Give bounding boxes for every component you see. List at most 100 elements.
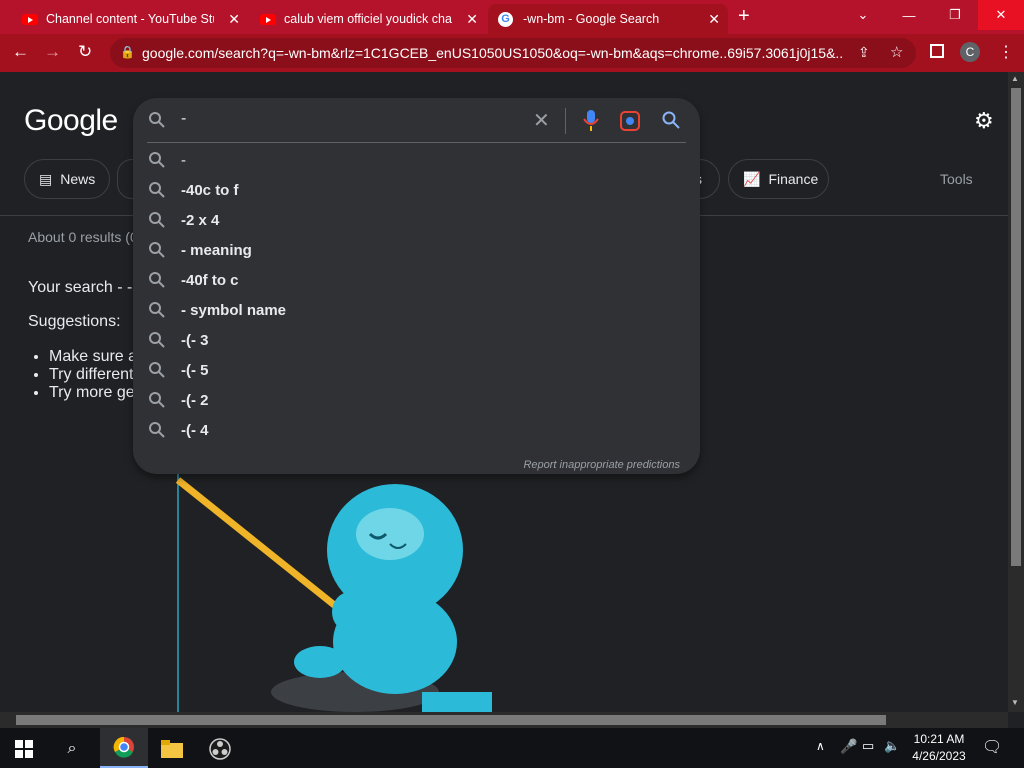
- clock-date: 4/26/2023: [912, 749, 966, 763]
- separator: [565, 108, 566, 134]
- vertical-scroll-thumb[interactable]: [1011, 88, 1021, 566]
- taskbar-search-icon[interactable]: ⌕: [52, 734, 92, 764]
- obs-icon[interactable]: [200, 734, 240, 764]
- search-icon: [149, 242, 165, 258]
- search-icon: [149, 152, 165, 168]
- horizontal-scroll-thumb[interactable]: [16, 715, 886, 725]
- search-icon: [149, 112, 165, 128]
- tab-youtube-studio[interactable]: Channel content - YouTube Studio ✕: [12, 4, 248, 34]
- search-icon: [149, 392, 165, 408]
- tools-button[interactable]: Tools: [940, 171, 973, 187]
- google-logo[interactable]: Google: [24, 104, 118, 138]
- tab-title: calub viem officiel youdick chann: [284, 12, 452, 26]
- url-text: google.com/search?q=-wn-bm&rlz=1C1GCEB_e…: [142, 45, 842, 61]
- finance-icon: 📈: [743, 170, 761, 187]
- search-icon: [149, 362, 165, 378]
- suggestion-text: -(- 5: [181, 362, 209, 379]
- news-icon: ▤: [39, 170, 53, 187]
- clear-icon[interactable]: ✕: [533, 108, 550, 133]
- network-icon[interactable]: ▭: [862, 738, 874, 754]
- taskbar: ⌕ ∧ 🎤 ▭ 🔈 🗨: [0, 728, 1024, 768]
- restore-button[interactable]: ❐: [932, 0, 978, 30]
- tab-google-search[interactable]: G -wn-bm - Google Search ✕: [488, 4, 728, 34]
- suggestion-item[interactable]: -40f to c: [133, 266, 700, 296]
- youtube-icon: [260, 13, 276, 25]
- minimize-button[interactable]: —: [886, 0, 932, 30]
- search-input[interactable]: [181, 110, 521, 128]
- gear-icon[interactable]: ⚙: [974, 108, 994, 134]
- lock-icon: 🔒: [120, 45, 135, 59]
- scroll-down-arrow-icon[interactable]: ▼: [1011, 698, 1019, 707]
- taskbar-clock[interactable]: 10:21 AM 4/26/2023: [904, 731, 974, 765]
- microphone-icon[interactable]: [583, 110, 599, 132]
- volume-icon[interactable]: 🔈: [884, 738, 900, 754]
- address-bar[interactable]: 🔒 google.com/search?q=-wn-bm&rlz=1C1GCEB…: [110, 38, 916, 68]
- tip-item: Make sure a: [49, 348, 137, 366]
- suggestion-text: - symbol name: [181, 302, 287, 319]
- suggestion-text: -(- 3: [181, 332, 209, 349]
- suggestion-item[interactable]: - meaning: [133, 236, 700, 266]
- scroll-up-arrow-icon[interactable]: ▲: [1011, 74, 1019, 83]
- new-tab-button[interactable]: +: [738, 5, 750, 28]
- search-icon: [149, 182, 165, 198]
- search-icon: [149, 422, 165, 438]
- suggestion-item[interactable]: -2 x 4: [133, 206, 700, 236]
- search-icon: [149, 302, 165, 318]
- title-bar: Channel content - YouTube Studio ✕ calub…: [0, 0, 1024, 34]
- tab-search-icon[interactable]: ⌄: [840, 0, 886, 30]
- camera-lens-icon[interactable]: [620, 111, 640, 131]
- close-tab-icon[interactable]: ✕: [466, 11, 478, 28]
- chip-label: News: [60, 171, 96, 187]
- microphone-tray-icon[interactable]: 🎤: [840, 738, 857, 755]
- browser-toolbar: ← → ↻ 🔒 google.com/search?q=-wn-bm&rlz=1…: [0, 34, 1024, 72]
- search-submit-icon[interactable]: [662, 111, 680, 129]
- dropdown-divider: [147, 142, 686, 143]
- menu-icon[interactable]: ⋮: [998, 42, 1014, 62]
- reload-button[interactable]: ↻: [78, 42, 92, 62]
- search-row: ✕: [133, 98, 700, 142]
- report-predictions-link[interactable]: Report inappropriate predictions: [523, 459, 680, 471]
- profile-avatar[interactable]: C: [960, 42, 980, 62]
- suggestion-item[interactable]: -: [133, 146, 700, 176]
- search-suggestions-dropdown: ✕ - -40c to f -2 x 4 - meaning -40f to c - sy…: [133, 98, 700, 474]
- chip-news[interactable]: ▤ News: [24, 159, 110, 199]
- clock-time: 10:21 AM: [913, 732, 965, 746]
- tab-youtube-channel[interactable]: calub viem officiel youdick chann ✕: [250, 4, 486, 34]
- forward-button[interactable]: →: [44, 42, 61, 62]
- suggestion-item[interactable]: - symbol name: [133, 296, 700, 326]
- youtube-icon: [22, 13, 38, 25]
- tab-title: -wn-bm - Google Search: [523, 12, 660, 26]
- chrome-taskbar-icon[interactable]: [100, 728, 148, 768]
- windows-start-icon[interactable]: [4, 734, 44, 764]
- close-window-button[interactable]: ✕: [978, 0, 1024, 30]
- search-icon: [149, 332, 165, 348]
- fishing-monster-illustration: [175, 472, 492, 712]
- search-icon: [149, 212, 165, 228]
- file-explorer-icon[interactable]: [152, 734, 192, 764]
- chip-label: Finance: [768, 171, 819, 187]
- notification-icon[interactable]: 🗨: [982, 737, 1002, 757]
- results-count: About 0 results (0: [28, 229, 138, 245]
- tab-title: Channel content - YouTube Studio: [46, 12, 214, 26]
- close-tab-icon[interactable]: ✕: [228, 11, 240, 28]
- show-hidden-icons-icon[interactable]: ∧: [816, 739, 825, 753]
- back-button[interactable]: ←: [12, 42, 29, 62]
- chip-finance[interactable]: 📈 Finance: [728, 159, 829, 199]
- suggestion-item[interactable]: -(- 4: [133, 416, 700, 446]
- close-tab-icon[interactable]: ✕: [708, 11, 720, 28]
- suggestions-label: Suggestions:: [28, 313, 121, 330]
- side-panel-icon[interactable]: [930, 44, 944, 58]
- suggestion-text: -40f to c: [181, 272, 239, 289]
- suggestion-text: -(- 4: [181, 422, 209, 439]
- bookmark-star-icon[interactable]: ☆: [890, 43, 903, 61]
- suggestion-item[interactable]: -(- 2: [133, 386, 700, 416]
- suggestion-item[interactable]: -(- 5: [133, 356, 700, 386]
- suggestion-text: -(- 2: [181, 392, 209, 409]
- tip-item: Try more ge: [49, 384, 137, 402]
- share-icon[interactable]: ⇪: [858, 44, 870, 61]
- search-icon: [149, 272, 165, 288]
- suggestion-item[interactable]: -40c to f: [133, 176, 700, 206]
- your-search-text: Your search - -: [28, 279, 133, 296]
- tip-item: Try different: [49, 366, 137, 384]
- suggestion-item[interactable]: -(- 3: [133, 326, 700, 356]
